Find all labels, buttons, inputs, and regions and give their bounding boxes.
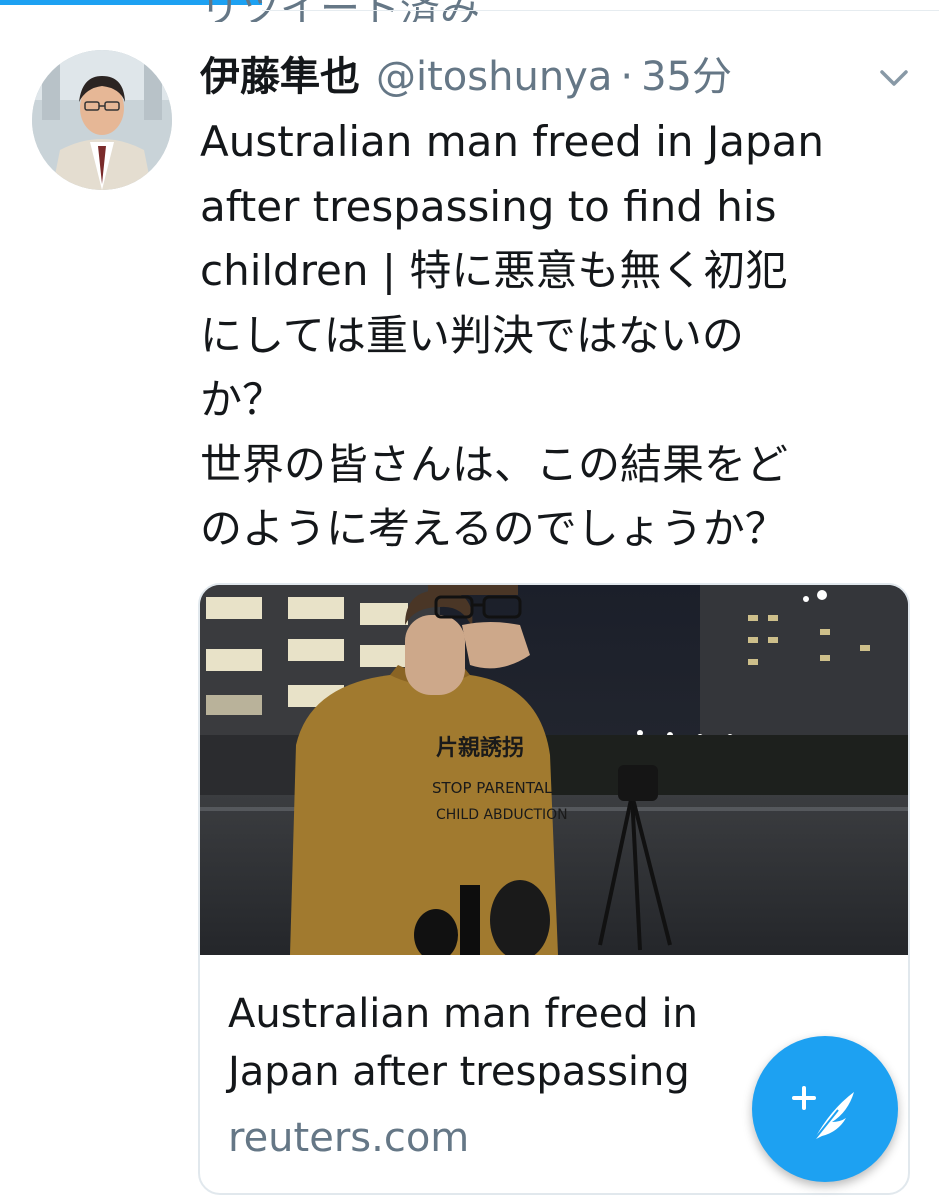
shirt-text-japanese: 片親誘拐 [436, 735, 524, 761]
card-domain: reuters.com [228, 1115, 470, 1161]
top-divider [262, 10, 939, 11]
tweet-text-line: 世界の皆さんは、この結果をど [200, 439, 789, 489]
tweet-text-line: after trespassing to find his [200, 181, 777, 231]
compose-tweet-icon [792, 1086, 854, 1141]
retweeted-banner: リツイート済み [0, 0, 939, 22]
card-title-line: Australian man freed in [228, 991, 698, 1037]
tweet-timestamp[interactable]: 35分 [641, 44, 732, 102]
chevron-down-icon[interactable] [874, 58, 914, 98]
avatar-photo [32, 50, 172, 190]
shirt-text-line-2: STOP PARENTAL [432, 779, 553, 797]
tweet-text-line: children | 特に悪意も無く初犯 [200, 246, 788, 295]
author-handle[interactable]: @itoshunya [376, 54, 612, 100]
tweet-text-line: にしては重い判決ではないの [200, 310, 744, 360]
shirt-text-line-3: CHILD ABDUCTION [436, 807, 568, 823]
compose-tweet-button[interactable] [752, 1036, 898, 1182]
tweet-header: 伊藤隼也 @itoshunya · 35分 [200, 44, 732, 104]
separator-dot: · [620, 54, 634, 100]
tweet-text-line: か？ [200, 375, 285, 424]
tweet-text: Australian man freed in Japan after tres… [200, 110, 900, 562]
card-photo: 片親誘拐 STOP PARENTAL CHILD ABDUCTION [200, 585, 908, 955]
tweet-text-line: のように考えるのでしょうか？ [200, 504, 787, 553]
author-name[interactable]: 伊藤隼也 [200, 44, 360, 102]
retweeted-label: リツイート済み [200, 0, 480, 22]
tweet-text-line: Australian man freed in Japan [200, 117, 824, 166]
avatar[interactable] [32, 50, 172, 190]
